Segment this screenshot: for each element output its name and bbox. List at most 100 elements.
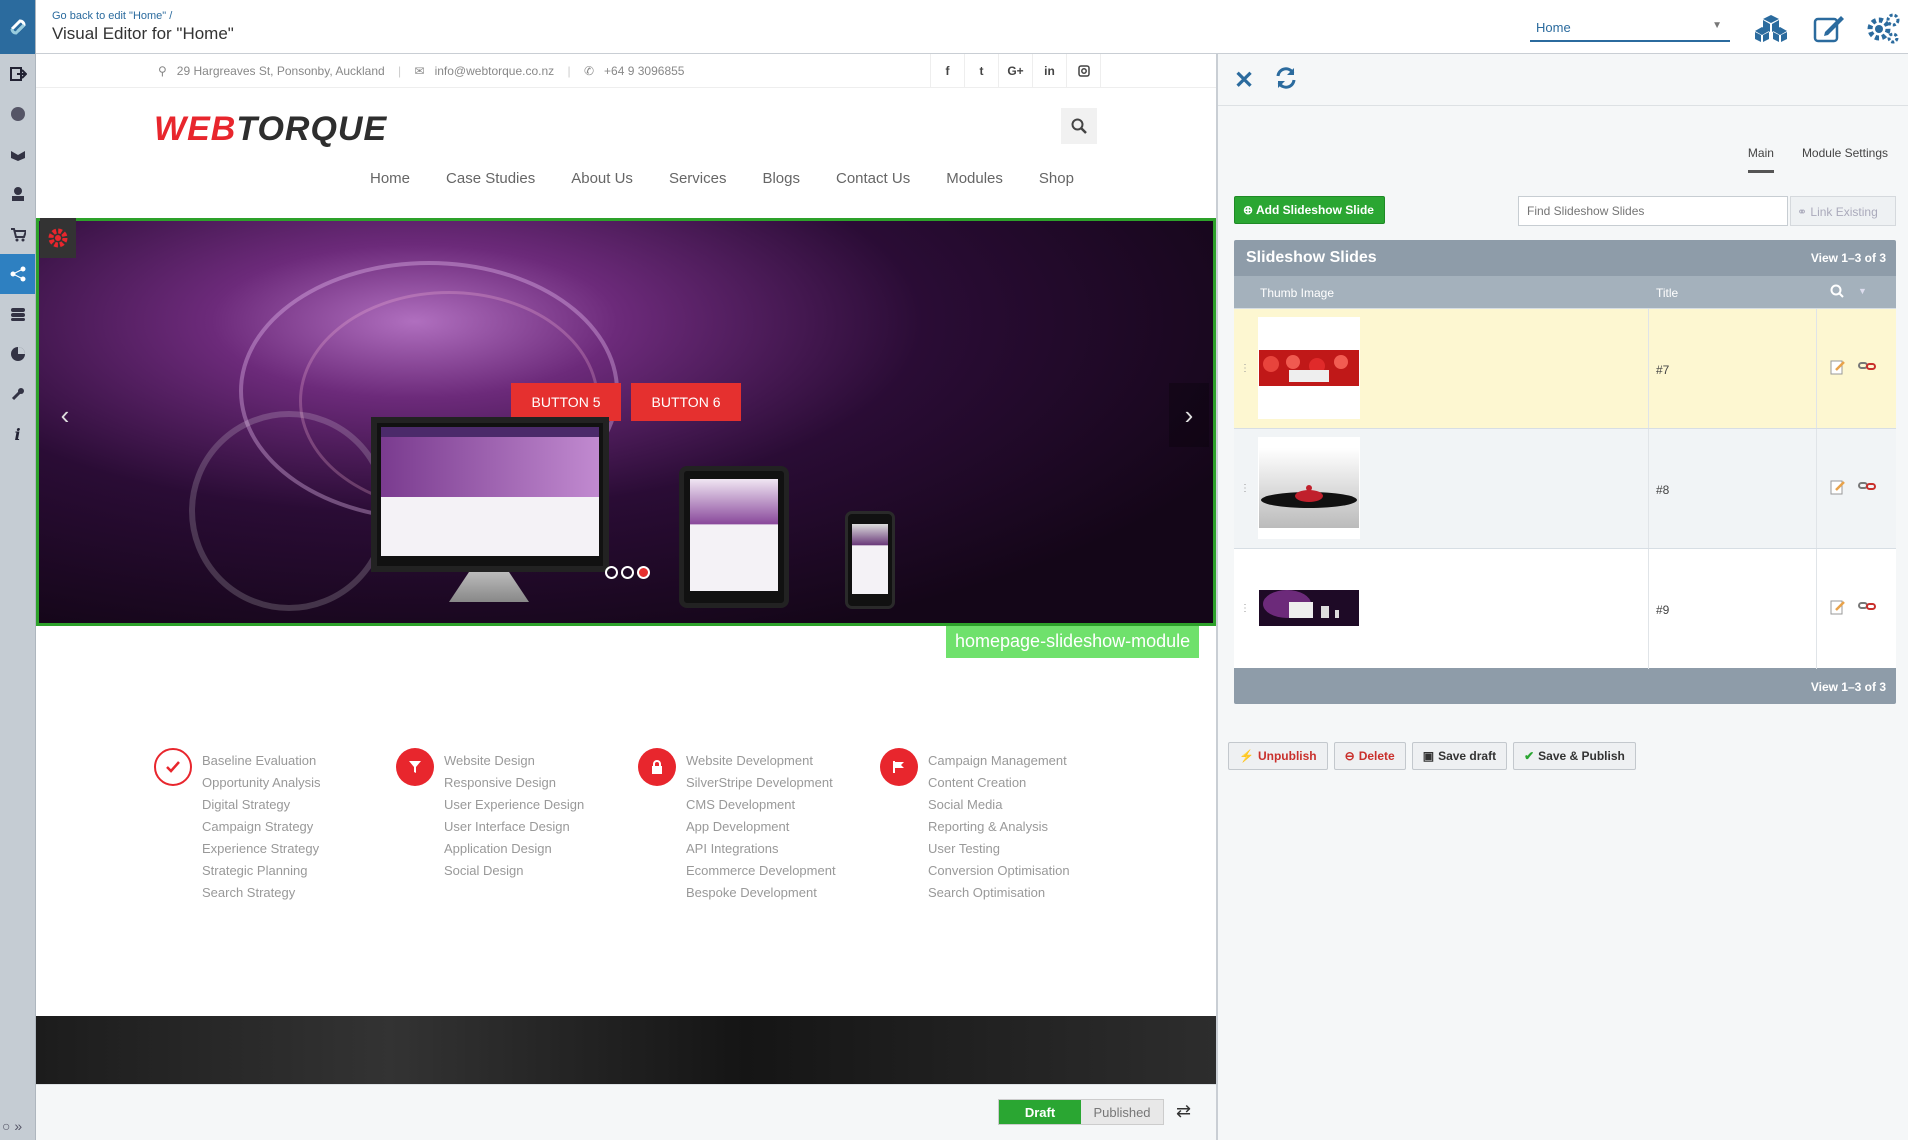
service-item[interactable]: Content Creation — [928, 772, 1070, 794]
service-item[interactable]: User Testing — [928, 838, 1070, 860]
table-row[interactable]: ⋮ #7 — [1234, 308, 1896, 429]
save-publish-button[interactable]: ✔ Save & Publish — [1513, 742, 1636, 770]
service-item[interactable]: CMS Development — [686, 794, 836, 816]
nav-home[interactable]: Home — [370, 170, 410, 187]
service-item[interactable]: API Integrations — [686, 838, 836, 860]
drag-handle-icon[interactable]: ⋮ — [1240, 363, 1250, 374]
unpublish-button[interactable]: ⚡ Unpublish — [1228, 742, 1328, 770]
google-plus-icon[interactable]: G+ — [999, 54, 1033, 88]
chevron-down-icon[interactable]: ▼ — [1858, 286, 1867, 296]
service-item[interactable]: Campaign Strategy — [202, 816, 321, 838]
tab-main[interactable]: Main — [1747, 146, 1774, 173]
add-slideshow-slide-button[interactable]: ⊕ Add Slideshow Slide — [1234, 196, 1385, 224]
service-item[interactable]: Baseline Evaluation — [202, 750, 321, 772]
service-item[interactable]: Social Media — [928, 794, 1070, 816]
homepage-slideshow[interactable]: BUTTON 5 BUTTON 6 ‹ › — [36, 218, 1216, 626]
settings-wrench-icon[interactable] — [0, 374, 35, 414]
collapse-sidebar-icon[interactable]: ○ » — [2, 1118, 22, 1134]
slide-next-arrow-icon[interactable]: › — [1169, 383, 1209, 447]
users-icon[interactable] — [0, 174, 35, 214]
slide-dot-active[interactable] — [637, 566, 650, 579]
nav-services[interactable]: Services — [669, 170, 727, 187]
files-icon[interactable] — [0, 134, 35, 174]
grid-search-icon[interactable] — [1830, 284, 1844, 301]
unlink-row-icon[interactable] — [1858, 599, 1876, 615]
webtorque-logo[interactable]: WEBTORQUE — [154, 110, 387, 149]
service-item[interactable]: Digital Strategy — [202, 794, 321, 816]
modules-icon[interactable] — [0, 254, 35, 294]
logout-icon[interactable] — [0, 54, 35, 94]
slide-button-6[interactable]: BUTTON 6 — [631, 383, 741, 421]
save-draft-button[interactable]: ▣ Save draft — [1411, 742, 1508, 770]
close-icon[interactable]: ✕ — [1234, 66, 1254, 95]
edit-pencil-icon[interactable] — [1810, 12, 1848, 44]
instagram-icon[interactable] — [1067, 54, 1101, 88]
database-icon[interactable] — [0, 294, 35, 334]
nav-case-studies[interactable]: Case Studies — [446, 170, 535, 187]
find-slides-input[interactable] — [1518, 196, 1788, 226]
nav-contact-us[interactable]: Contact Us — [836, 170, 910, 187]
service-item[interactable]: App Development — [686, 816, 836, 838]
service-item[interactable]: Experience Strategy — [202, 838, 321, 860]
module-settings-gear-icon[interactable] — [40, 218, 76, 258]
nav-modules[interactable]: Modules — [946, 170, 1003, 187]
service-item[interactable]: Opportunity Analysis — [202, 772, 321, 794]
col-title[interactable]: Title — [1656, 286, 1678, 300]
tab-module-settings[interactable]: Module Settings — [1802, 146, 1888, 173]
contact-phone[interactable]: +64 9 3096855 — [604, 64, 684, 78]
service-item[interactable]: Website Development — [686, 750, 836, 772]
slide-dot[interactable] — [621, 566, 634, 579]
breadcrumb[interactable]: Go back to edit "Home" / — [52, 10, 172, 22]
edit-row-icon[interactable] — [1830, 359, 1848, 375]
service-item[interactable]: Social Design — [444, 860, 584, 882]
slide-dot[interactable] — [605, 566, 618, 579]
edit-row-icon[interactable] — [1830, 479, 1848, 495]
service-item[interactable]: User Experience Design — [444, 794, 584, 816]
facebook-icon[interactable]: f — [931, 54, 965, 88]
unlink-row-icon[interactable] — [1858, 359, 1876, 375]
service-item[interactable]: Strategic Planning — [202, 860, 321, 882]
nav-about-us[interactable]: About Us — [571, 170, 633, 187]
nav-shop[interactable]: Shop — [1039, 170, 1074, 187]
linkedin-icon[interactable]: in — [1033, 54, 1067, 88]
service-item[interactable]: Bespoke Development — [686, 882, 836, 904]
service-item[interactable]: SilverStripe Development — [686, 772, 836, 794]
delete-button[interactable]: ⊖ Delete — [1333, 742, 1406, 770]
page-select-dropdown[interactable]: Home ▼ — [1530, 16, 1730, 42]
help-info-icon[interactable]: i — [0, 414, 35, 454]
service-item[interactable]: Search Optimisation — [928, 882, 1070, 904]
service-item[interactable]: Search Strategy — [202, 882, 321, 904]
service-item[interactable]: Conversion Optimisation — [928, 860, 1070, 882]
twitter-icon[interactable]: t — [965, 54, 999, 88]
drag-handle-icon[interactable]: ⋮ — [1240, 603, 1250, 614]
service-item[interactable]: Reporting & Analysis — [928, 816, 1070, 838]
service-item[interactable]: Campaign Management — [928, 750, 1070, 772]
slide-prev-arrow-icon[interactable]: ‹ — [45, 383, 85, 447]
service-item[interactable]: User Interface Design — [444, 816, 584, 838]
site-search-button[interactable] — [1061, 108, 1097, 144]
col-thumb-image[interactable]: Thumb Image — [1260, 286, 1334, 300]
table-row[interactable]: ⋮ #8 — [1234, 428, 1896, 549]
nav-blogs[interactable]: Blogs — [762, 170, 800, 187]
silverstripe-logo-icon[interactable] — [0, 0, 35, 54]
service-item[interactable]: Website Design — [444, 750, 584, 772]
draft-mode-button[interactable]: Draft — [999, 1100, 1081, 1124]
reports-pie-icon[interactable] — [0, 334, 35, 374]
slide-button-5[interactable]: BUTTON 5 — [511, 383, 621, 421]
service-item[interactable]: Ecommerce Development — [686, 860, 836, 882]
modules-cubes-icon[interactable] — [1752, 12, 1790, 44]
shop-cart-icon[interactable] — [0, 214, 35, 254]
swap-arrows-icon[interactable]: ⇄ — [1176, 1101, 1191, 1122]
drag-handle-icon[interactable]: ⋮ — [1240, 483, 1250, 494]
edit-row-icon[interactable] — [1830, 599, 1848, 615]
service-item[interactable]: Responsive Design — [444, 772, 584, 794]
settings-gears-icon[interactable] — [1864, 12, 1902, 44]
unlink-row-icon[interactable] — [1858, 479, 1876, 495]
table-row[interactable]: ⋮ #9 — [1234, 548, 1896, 669]
published-mode-button[interactable]: Published — [1081, 1100, 1163, 1124]
link-existing-button[interactable]: ⚭ Link Existing — [1790, 196, 1896, 226]
pages-icon[interactable] — [0, 94, 35, 134]
refresh-icon[interactable] — [1274, 66, 1298, 95]
service-item[interactable]: Application Design — [444, 838, 584, 860]
contact-email[interactable]: info@webtorque.co.nz — [435, 64, 555, 78]
